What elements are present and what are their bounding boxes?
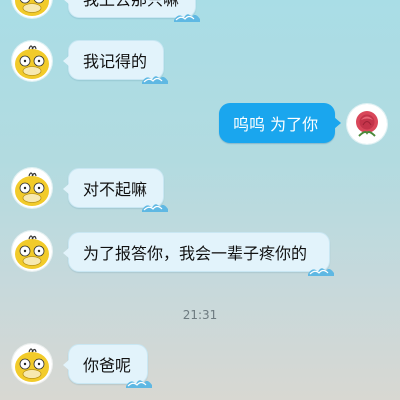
message-text: 你爸呢 (83, 356, 132, 375)
timestamp: 21:31 (182, 308, 218, 322)
wave-decoration-icon (141, 200, 169, 212)
psyduck-avatar-icon[interactable] (12, 41, 52, 81)
psyduck-avatar-icon[interactable] (12, 231, 52, 271)
message-bubble[interactable]: 呜呜 为了你 (219, 103, 341, 143)
psyduck-avatar-icon[interactable] (12, 344, 52, 384)
wave-decoration-icon (141, 72, 169, 84)
psyduck-avatar-icon[interactable] (12, 0, 52, 18)
rose-avatar-icon[interactable] (347, 104, 387, 144)
message-text: 我记得的 (83, 52, 148, 71)
message-bubble[interactable]: 为了报答你，我会一辈子疼你的 (63, 232, 330, 272)
message-text: 我上去那只嘛 (83, 0, 179, 10)
message-bubble[interactable]: 我上去那只嘛 (63, 0, 196, 18)
wave-decoration-icon (307, 264, 335, 276)
message-bubble[interactable]: 对不起嘛 (63, 168, 164, 208)
wave-decoration-icon (173, 10, 201, 22)
wave-decoration-icon (125, 376, 153, 388)
message-bubble[interactable]: 你爸呢 (63, 344, 148, 384)
message-text: 为了报答你，我会一辈子疼你的 (83, 244, 308, 263)
chat-view[interactable]: 我上去那只嘛 我记得的 呜呜 为了你 对不起嘛 (0, 0, 400, 400)
message-text: 呜呜 为了你 (233, 115, 319, 134)
message-text: 对不起嘛 (83, 180, 148, 199)
psyduck-avatar-icon[interactable] (12, 168, 52, 208)
message-bubble[interactable]: 我记得的 (63, 40, 164, 80)
